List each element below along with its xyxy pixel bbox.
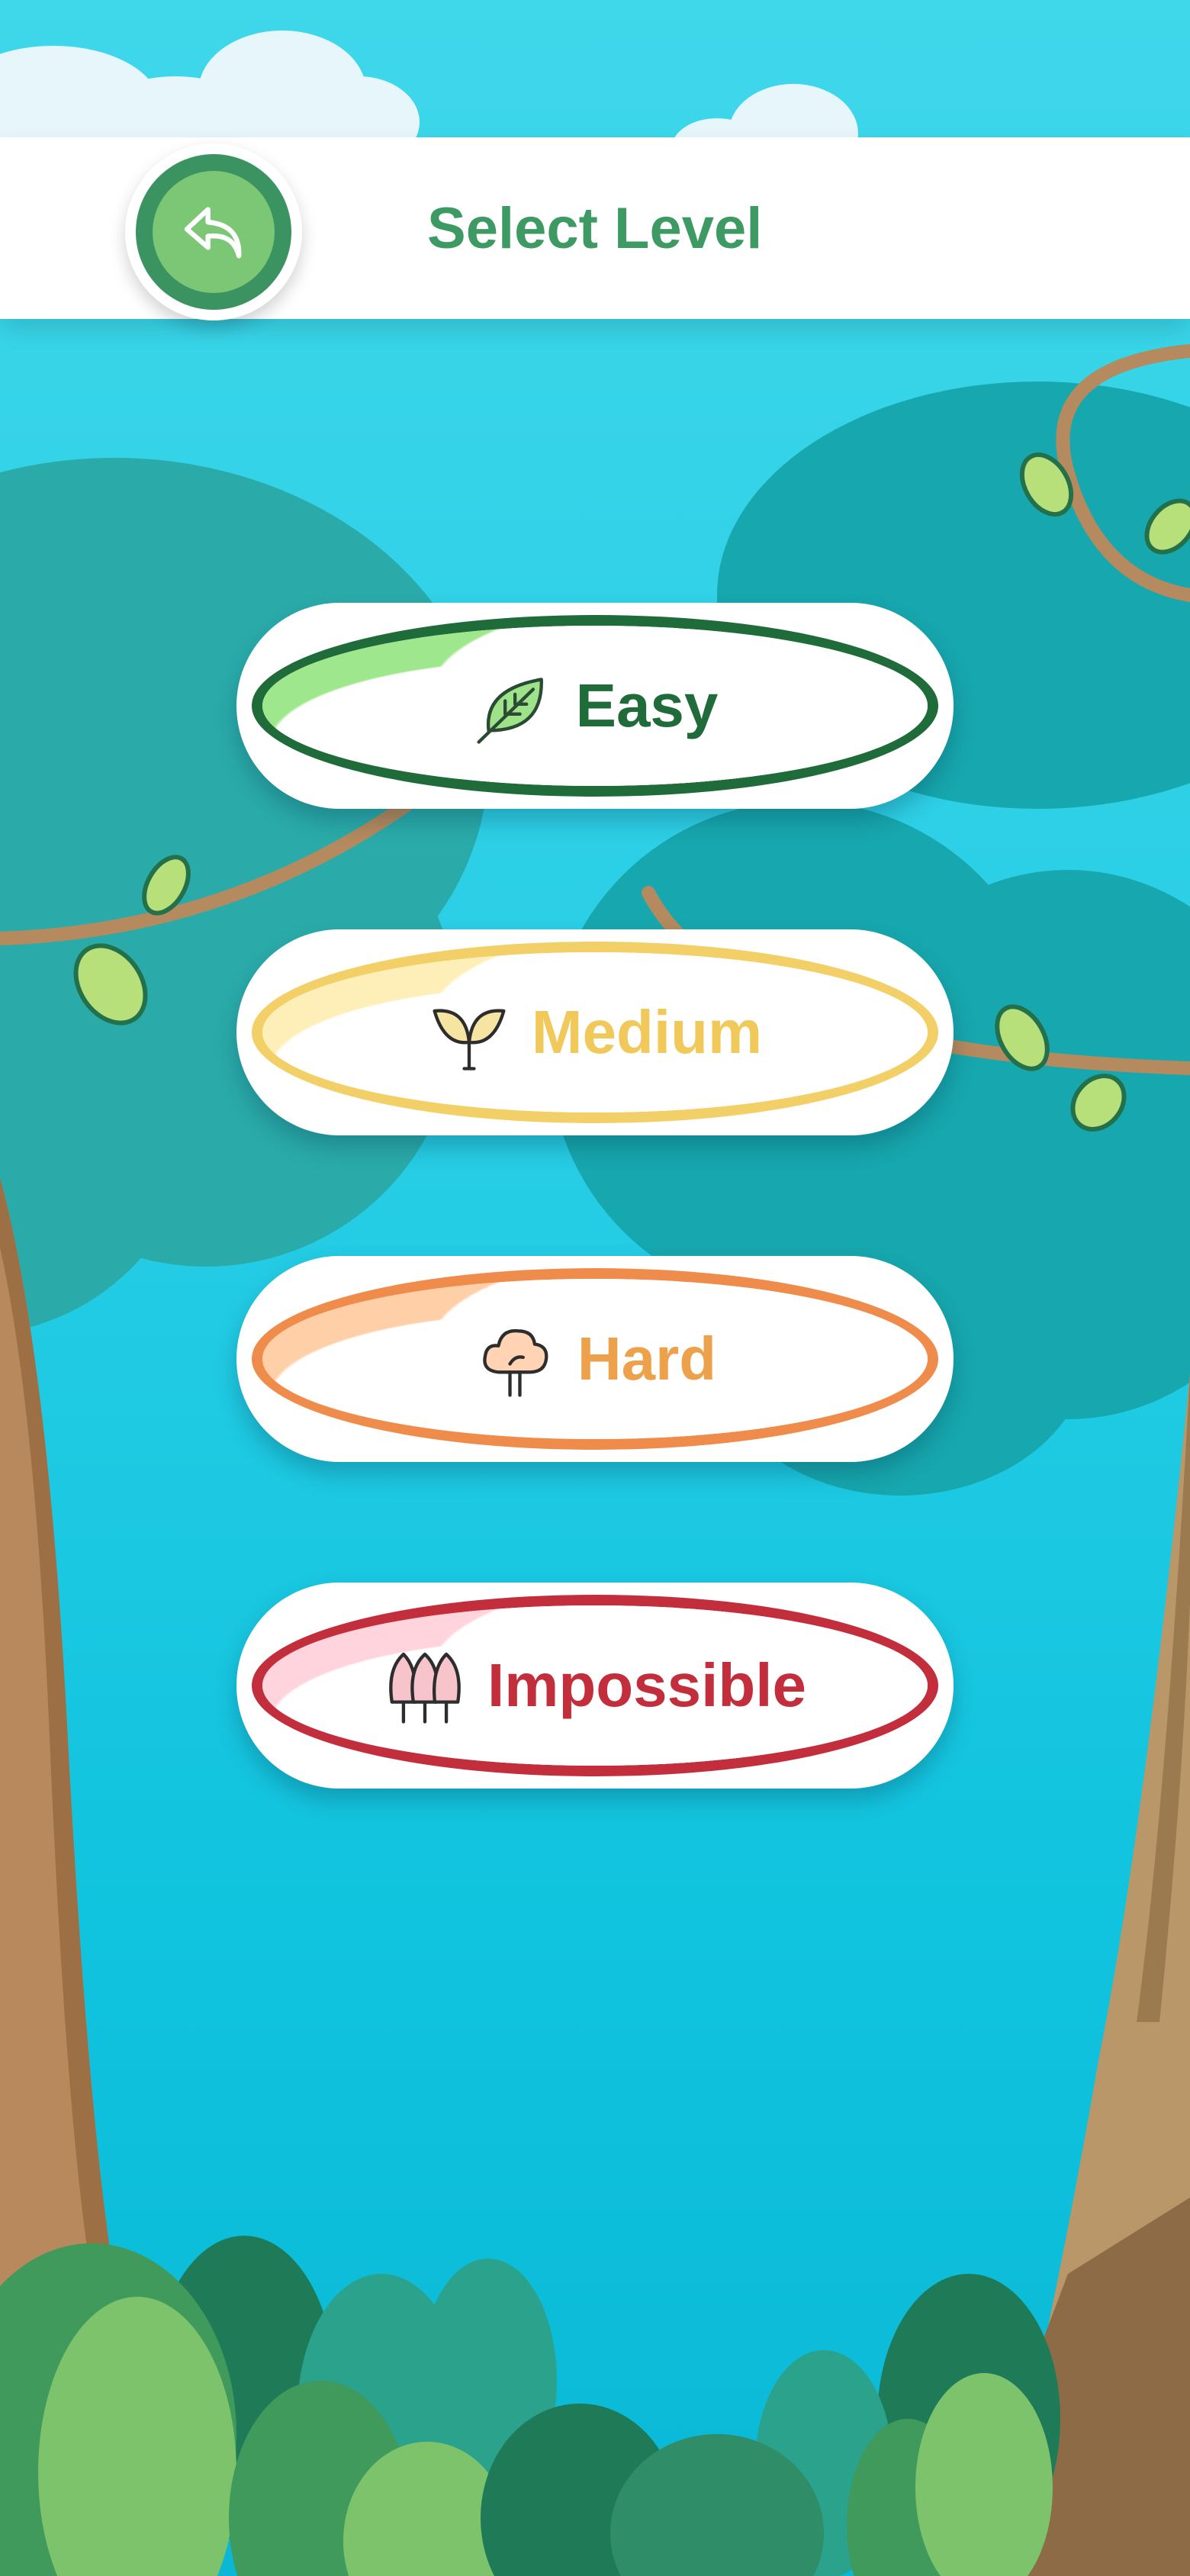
level-label-impossible: Impossible — [487, 1651, 806, 1719]
back-button-face — [153, 171, 275, 293]
bushes — [0, 2236, 1060, 2576]
back-arrow-icon — [184, 207, 242, 259]
level-button-hard[interactable]: Hard — [236, 1256, 954, 1462]
sprout-icon — [433, 1009, 506, 1071]
page-title: Select Level — [427, 196, 763, 261]
level-label-medium: Medium — [531, 998, 763, 1066]
back-button-ring — [136, 154, 291, 310]
forest-icon — [389, 1652, 461, 1724]
back-button[interactable] — [125, 143, 302, 320]
level-button-medium[interactable]: Medium — [236, 929, 954, 1135]
level-button-easy[interactable]: Easy — [236, 603, 954, 809]
level-label-hard: Hard — [577, 1325, 717, 1393]
level-label-easy: Easy — [575, 671, 719, 739]
tree-icon — [483, 1328, 548, 1397]
level-button-impossible[interactable]: Impossible — [236, 1583, 954, 1789]
leaf-icon — [477, 678, 543, 744]
